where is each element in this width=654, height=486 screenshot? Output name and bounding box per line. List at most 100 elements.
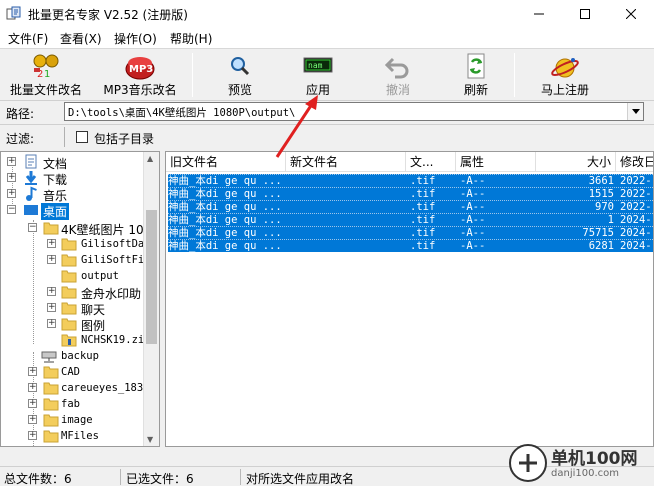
apply-label: 应用	[305, 83, 330, 97]
folder-icon	[43, 382, 59, 395]
folder-icon	[61, 270, 77, 283]
close-button[interactable]	[608, 0, 654, 28]
tree-scrollbar[interactable]: ▲ ▼	[143, 152, 159, 446]
tree-item-folder[interactable]: + fab	[1, 396, 151, 412]
tree-item-folder[interactable]: + GilisoftDa	[1, 236, 151, 252]
expand-icon[interactable]: +	[28, 383, 37, 392]
batch-rename-label: 批量文件改名	[9, 83, 82, 97]
table-row[interactable]: 神曲_本di ge qu ... .tif -A-- 75715 2024-	[168, 226, 653, 239]
mp3-icon-text: MP3	[129, 64, 153, 75]
list-header: 旧文件名 新文件名 文... 属性 大小 修改日	[166, 152, 653, 172]
tree-item-folder[interactable]: + 聊天	[1, 300, 151, 317]
table-row[interactable]: 神曲_本di ge qu ... .tif -A-- 6281 2024-	[168, 239, 653, 252]
expand-icon[interactable]: +	[7, 173, 16, 182]
refresh-label: 刷新	[463, 83, 488, 97]
tree-item-folder[interactable]: + 金舟水印助	[1, 284, 151, 301]
download-icon	[25, 171, 37, 185]
table-row[interactable]: 神曲_本di ge qu ... .tif -A-- 1515 2022-	[168, 187, 653, 200]
undo-button[interactable]: 撤消	[366, 49, 430, 101]
toolbar-separator	[514, 53, 515, 97]
preview-label: 预览	[227, 83, 252, 97]
column-size[interactable]: 大小	[536, 152, 616, 172]
mp3-icon: MP3	[125, 57, 155, 80]
collapse-icon[interactable]: −	[7, 205, 16, 214]
expand-icon[interactable]: +	[47, 303, 56, 312]
expand-icon[interactable]: +	[28, 415, 37, 424]
filter-bar: 过滤: 包括子目录	[0, 124, 654, 148]
refresh-button[interactable]: 刷新	[444, 49, 508, 101]
tree-item-zip[interactable]: NCHSK19.zi	[1, 332, 151, 348]
scroll-up-icon[interactable]: ▲	[147, 154, 153, 163]
expand-icon[interactable]: +	[28, 399, 37, 408]
tree-item-music[interactable]: + 音乐	[1, 186, 151, 203]
register-icon	[551, 58, 579, 78]
expand-icon[interactable]: +	[7, 189, 16, 198]
tree-item-folder[interactable]: + image	[1, 412, 151, 428]
folder-icon	[61, 318, 77, 331]
menu-help[interactable]: 帮助(H)	[170, 30, 212, 47]
column-old-name[interactable]: 旧文件名	[166, 152, 286, 172]
column-new-name[interactable]: 新文件名	[286, 152, 406, 172]
menu-view[interactable]: 查看(X)	[60, 30, 102, 47]
expand-icon[interactable]: +	[47, 255, 56, 264]
scroll-down-icon[interactable]: ▼	[147, 435, 153, 444]
column-modified[interactable]: 修改日	[616, 152, 653, 172]
path-combobox[interactable]: D:\tools\桌面\4K壁纸图片 1080P\output\	[64, 102, 644, 121]
scroll-thumb[interactable]	[146, 210, 157, 344]
tree-item-folder[interactable]: + GiliSoftFi	[1, 252, 151, 268]
tree-item-downloads[interactable]: + 下载	[1, 170, 151, 187]
expand-icon[interactable]: +	[7, 157, 16, 166]
path-label: 路径:	[6, 107, 35, 121]
menu-file[interactable]: 文件(F)	[8, 30, 48, 47]
tree-item-label: output	[81, 270, 119, 282]
cell-modified: 2024-	[620, 240, 652, 252]
batch-rename-icon: 2 1	[33, 54, 59, 80]
watermark-url: danji100.com	[551, 468, 619, 479]
tree-item-folder[interactable]: + CAD	[1, 364, 151, 380]
tree-item-network[interactable]: backup	[1, 348, 151, 364]
table-row[interactable]: 神曲_本di ge qu ... .tif -A-- 970 2022-	[168, 200, 653, 213]
folder-icon	[43, 398, 59, 411]
apply-button[interactable]: nam 应用	[286, 49, 350, 101]
register-button[interactable]: 马上注册	[528, 49, 602, 101]
file-list: 旧文件名 新文件名 文... 属性 大小 修改日 神曲_本di ge qu ..…	[165, 151, 654, 447]
expand-icon[interactable]: +	[47, 287, 56, 296]
mp3-rename-button[interactable]: MP3 MP3音乐改名	[94, 49, 186, 101]
minimize-button[interactable]	[516, 0, 562, 28]
expand-icon[interactable]: +	[47, 239, 56, 248]
path-dropdown-button[interactable]	[627, 103, 643, 120]
tree-item-folder[interactable]: output	[1, 268, 151, 284]
include-subdirs-checkbox[interactable]	[76, 131, 88, 143]
tree-item-label: fab	[61, 398, 80, 410]
expand-icon[interactable]: +	[28, 367, 37, 376]
tree-item-label: NCHSK19.zi	[81, 334, 145, 346]
tree-item-folder[interactable]: + MFiles	[1, 428, 151, 444]
collapse-icon[interactable]: −	[28, 223, 37, 232]
music-icon	[26, 186, 37, 201]
apply-icon-text: nam	[308, 61, 323, 70]
column-attributes[interactable]: 属性	[456, 152, 536, 172]
cell-size: 6281	[588, 240, 614, 252]
tree-item-folder[interactable]: + 图例	[1, 316, 151, 333]
tree-item-folder[interactable]: − 4K壁纸图片 10	[1, 220, 151, 237]
menu-operate[interactable]: 操作(O)	[114, 30, 157, 47]
mp3-rename-label: MP3音乐改名	[103, 83, 177, 97]
table-row[interactable]: 神曲_本di ge qu ... .tif -A-- 3661 2022-	[168, 174, 653, 187]
minimize-icon	[534, 13, 544, 15]
tree-item-label: CAD	[61, 366, 80, 378]
tree-item-desktop[interactable]: − 桌面	[1, 202, 151, 220]
expand-icon[interactable]: +	[47, 319, 56, 328]
network-drive-icon	[41, 351, 57, 363]
tree-item-folder[interactable]: + careueyes_183	[1, 380, 151, 396]
magnifier-icon	[231, 57, 250, 76]
batch-rename-button[interactable]: 2 1 批量文件改名	[2, 49, 90, 101]
folder-icon	[61, 302, 77, 315]
folder-icon	[61, 286, 77, 299]
maximize-button[interactable]	[562, 0, 608, 28]
expand-icon[interactable]: +	[28, 431, 37, 440]
include-subdirs-label[interactable]: 包括子目录	[94, 130, 154, 147]
tree-item-documents[interactable]: + 文档	[1, 154, 151, 171]
column-extension[interactable]: 文...	[406, 152, 456, 172]
table-row[interactable]: 神曲_本di ge qu ... .tif -A-- 1 2024-	[168, 213, 653, 226]
preview-button[interactable]: 预览	[208, 49, 272, 101]
